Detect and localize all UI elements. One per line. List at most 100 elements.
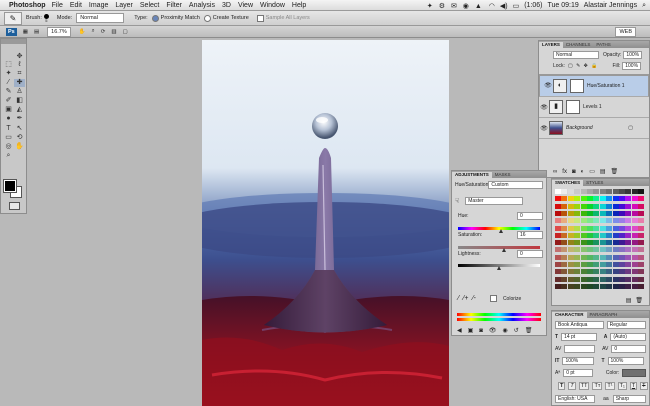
- swatch[interactable]: [593, 269, 600, 275]
- screen-mode-icon[interactable]: ▢: [123, 29, 128, 35]
- tab-character[interactable]: CHARACTER: [552, 312, 587, 318]
- layer-row-hue-saturation[interactable]: 👁 ◐ Hue/Saturation 1: [539, 75, 649, 97]
- swatch[interactable]: [574, 225, 581, 231]
- tab-swatches[interactable]: SWATCHES: [552, 180, 584, 186]
- swatch[interactable]: [574, 203, 581, 209]
- swatch[interactable]: [625, 196, 632, 202]
- swatch[interactable]: [599, 262, 606, 267]
- swatch[interactable]: [606, 269, 613, 275]
- pen-tool-icon[interactable]: ✒: [14, 115, 25, 123]
- proximity-option[interactable]: Proximity Match: [151, 14, 200, 22]
- swatch[interactable]: [619, 210, 625, 216]
- baseline-input[interactable]: 0 pt: [563, 369, 593, 377]
- leading-input[interactable]: (Auto): [610, 333, 646, 341]
- swatch[interactable]: [606, 225, 613, 231]
- swatch[interactable]: [574, 218, 581, 224]
- text-color-swatch[interactable]: [622, 369, 646, 377]
- swatch[interactable]: [567, 283, 574, 289]
- swatch[interactable]: [555, 240, 561, 246]
- hand-adjust-icon[interactable]: ☟: [455, 197, 459, 205]
- eyedropper-minus-icon[interactable]: ⁄-: [472, 295, 476, 302]
- swatch[interactable]: [625, 210, 632, 216]
- swatch[interactable]: [567, 247, 574, 253]
- swatch[interactable]: [631, 262, 638, 267]
- proximity-radio[interactable]: [151, 14, 159, 22]
- swatch[interactable]: [638, 240, 645, 246]
- swatch[interactable]: [587, 283, 593, 289]
- swatch[interactable]: [587, 232, 593, 238]
- swatch[interactable]: [580, 210, 587, 216]
- eyedropper-plus-icon[interactable]: ⁄+: [463, 295, 468, 302]
- swatch[interactable]: [619, 196, 625, 202]
- menu-3d[interactable]: 3D: [222, 2, 231, 9]
- swatch[interactable]: [625, 218, 632, 224]
- history-brush-icon[interactable]: ✐: [3, 97, 14, 105]
- swatch[interactable]: [619, 283, 625, 289]
- swatch[interactable]: [587, 210, 593, 216]
- marquee-tool-icon[interactable]: ⬚: [3, 61, 14, 69]
- swatch[interactable]: [625, 240, 632, 246]
- swatch[interactable]: [631, 210, 638, 216]
- swatch[interactable]: [606, 232, 613, 238]
- swatch[interactable]: [580, 262, 587, 267]
- swatch[interactable]: [606, 240, 613, 246]
- colorize-checkbox[interactable]: [489, 295, 497, 302]
- faux-bold-button[interactable]: T: [558, 382, 566, 390]
- arrange-docs-icon[interactable]: ▥: [111, 29, 116, 35]
- new-adjustment-icon[interactable]: ◐: [581, 169, 585, 175]
- swatch[interactable]: [574, 254, 581, 260]
- all-caps-button[interactable]: TT: [578, 382, 590, 390]
- shape-tool-icon[interactable]: ▭: [3, 134, 14, 142]
- wifi-icon[interactable]: ◠: [489, 2, 495, 10]
- workspace-switcher[interactable]: WEB: [615, 26, 636, 37]
- swatch[interactable]: [638, 247, 645, 253]
- hand-icon[interactable]: ✋: [14, 143, 25, 151]
- swatch[interactable]: [599, 276, 606, 282]
- swatch[interactable]: [625, 283, 632, 289]
- swatch[interactable]: [599, 247, 606, 253]
- saturation-input[interactable]: 16: [517, 231, 543, 239]
- swatch[interactable]: [580, 232, 587, 238]
- minibridge-icon[interactable]: ▤: [34, 29, 39, 35]
- swatch[interactable]: [599, 218, 606, 224]
- swatch[interactable]: [574, 269, 581, 275]
- swatch[interactable]: [580, 247, 587, 253]
- menu-filter[interactable]: Filter: [166, 2, 182, 9]
- tool-preset-picker[interactable]: ✎: [4, 11, 22, 25]
- tracking-input[interactable]: 0: [611, 345, 646, 353]
- swatch[interactable]: [587, 240, 593, 246]
- font-style-select[interactable]: Regular: [606, 321, 646, 329]
- swatch[interactable]: [593, 283, 600, 289]
- swatch[interactable]: [619, 225, 625, 231]
- swatch[interactable]: [638, 189, 645, 194]
- gradient-tool-icon[interactable]: ▣: [3, 106, 14, 114]
- opacity-input[interactable]: 100%: [623, 51, 643, 59]
- lightness-slider-knob[interactable]: [497, 266, 501, 270]
- swatch[interactable]: [619, 232, 625, 238]
- swatch[interactable]: [561, 240, 568, 246]
- user-name[interactable]: Alastair Jennings: [584, 2, 637, 9]
- superscript-button[interactable]: T¹: [605, 382, 615, 390]
- swatch[interactable]: [612, 269, 619, 275]
- move-tool-icon[interactable]: ✥: [14, 53, 25, 61]
- swatch[interactable]: [574, 247, 581, 253]
- swatch[interactable]: [638, 210, 645, 216]
- document-canvas[interactable]: [202, 40, 449, 406]
- swatch[interactable]: [612, 247, 619, 253]
- new-layer-icon[interactable]: ▤: [600, 168, 606, 175]
- swatch[interactable]: [567, 276, 574, 282]
- blend-mode-select[interactable]: Normal: [553, 51, 599, 59]
- swatch[interactable]: [580, 240, 587, 246]
- swatch[interactable]: [580, 276, 587, 282]
- swatch[interactable]: [574, 189, 581, 194]
- swatch[interactable]: [587, 225, 593, 231]
- swatch[interactable]: [587, 276, 593, 282]
- tab-masks[interactable]: MASKS: [492, 172, 514, 178]
- swatch[interactable]: [587, 262, 593, 267]
- swatch[interactable]: [631, 247, 638, 253]
- menu-window[interactable]: Window: [260, 2, 285, 9]
- swatch[interactable]: [593, 196, 600, 202]
- swatch[interactable]: [555, 218, 561, 224]
- kerning-input[interactable]: [564, 345, 596, 353]
- swatch[interactable]: [606, 276, 613, 282]
